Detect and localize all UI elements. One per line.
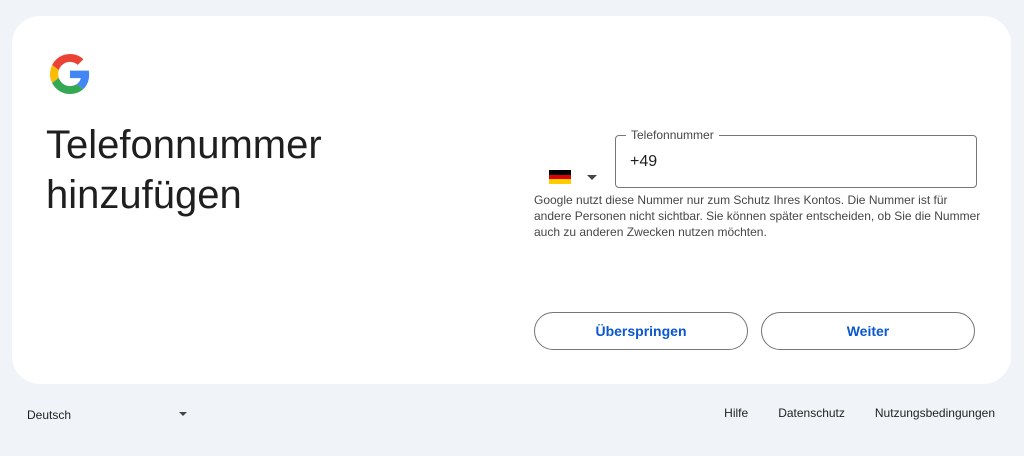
footer-links: Hilfe Datenschutz Nutzungsbedingungen — [724, 406, 995, 420]
chevron-down-icon — [179, 412, 187, 416]
germany-flag-icon — [549, 170, 571, 185]
google-g-icon — [50, 54, 90, 94]
phone-hint-text: Google nutzt diese Nummer nur zum Schutz… — [534, 193, 981, 239]
chevron-down-icon — [587, 174, 597, 180]
help-link[interactable]: Hilfe — [724, 406, 748, 420]
phone-label: Telefonnummer — [626, 127, 719, 143]
terms-link[interactable]: Nutzungsbedingungen — [875, 406, 995, 420]
skip-button[interactable]: Überspringen — [534, 312, 748, 350]
page-title: Telefonnummer hinzufügen — [46, 123, 322, 217]
language-select[interactable]: Deutsch — [27, 406, 189, 424]
language-label: Deutsch — [27, 408, 72, 422]
phone-field[interactable]: Telefonnummer — [615, 127, 977, 188]
privacy-link[interactable]: Datenschutz — [778, 406, 845, 420]
phone-input[interactable] — [630, 150, 960, 174]
footer: Deutsch Hilfe Datenschutz Nutzungsbeding… — [0, 396, 1024, 436]
next-button[interactable]: Weiter — [761, 312, 975, 350]
signin-card: Telefonnummer hinzufügen Telefonnummer G… — [12, 16, 1011, 384]
